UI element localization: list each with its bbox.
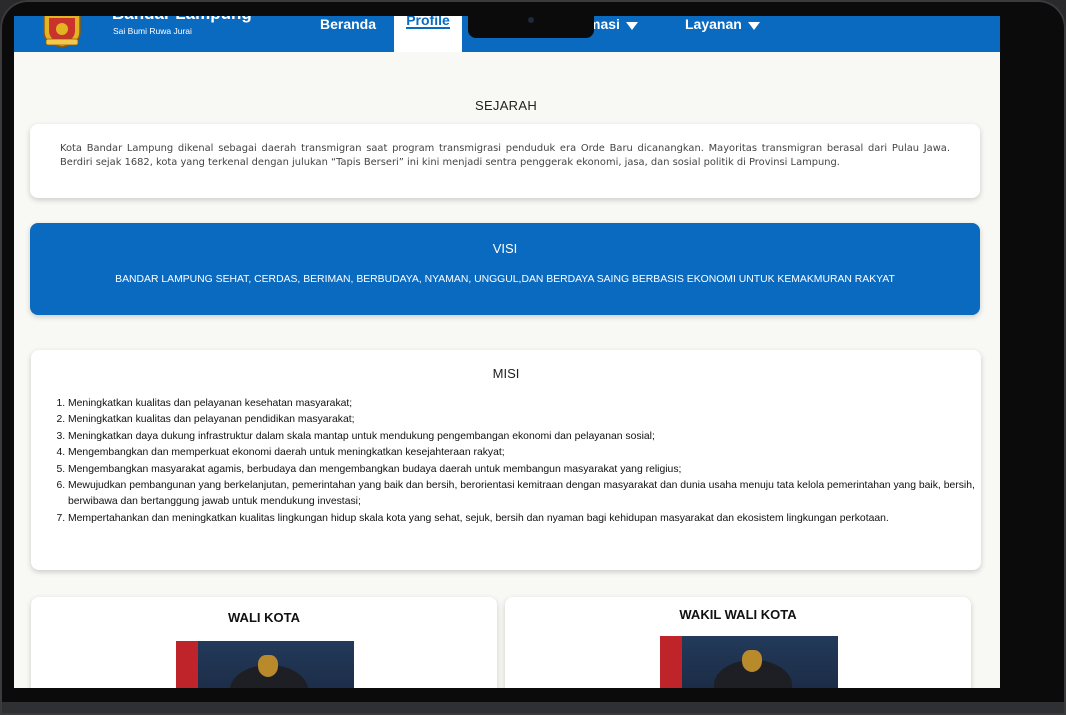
- wali-kota-title: WALI KOTA: [228, 610, 300, 625]
- misi-item: Mempertahankan dan meningkatkan kualitas…: [68, 511, 978, 527]
- nav-profile-label: Profile: [406, 16, 450, 29]
- misi-item: Meningkatkan daya dukung infrastruktur d…: [68, 429, 978, 445]
- browser-viewport: Bandar Lampung Sai Bumi Ruwa Jurai Beran…: [14, 16, 1000, 688]
- misi-item: Meningkatkan kualitas dan pelayanan kese…: [68, 396, 978, 412]
- misi-item: Meningkatkan kualitas dan pelayanan pend…: [68, 412, 978, 428]
- nav-beranda[interactable]: Beranda: [320, 16, 376, 52]
- chevron-down-icon: [625, 22, 638, 30]
- misi-card: MISI Meningkatkan kualitas dan pelayanan…: [31, 350, 981, 570]
- visi-title: VISI: [492, 241, 518, 256]
- nav-beranda-label: Beranda: [320, 16, 377, 32]
- wali-kota-card: WALI KOTA: [31, 597, 497, 688]
- misi-list: Meningkatkan kualitas dan pelayanan kese…: [51, 396, 978, 527]
- sejarah-text: Kota Bandar Lampung dikenal sebagai daer…: [60, 143, 950, 168]
- wakil-wali-kota-title: WAKIL WALI KOTA: [679, 607, 797, 622]
- brand-subtitle: Sai Bumi Ruwa Jurai: [113, 26, 192, 36]
- sejarah-card: Kota Bandar Lampung dikenal sebagai daer…: [30, 124, 980, 198]
- camera-icon: [528, 17, 534, 23]
- visi-text: BANDAR LAMPUNG SEHAT, CERDAS, BERIMAN, B…: [115, 274, 895, 285]
- nav-layanan[interactable]: Layanan: [685, 16, 760, 52]
- misi-item: Mengembangkan masyarakat agamis, berbuda…: [68, 462, 978, 478]
- chevron-down-icon: [747, 22, 760, 30]
- nav-informasi[interactable]: masi: [588, 16, 638, 52]
- misi-title: MISI: [492, 366, 520, 381]
- laptop-base: [0, 702, 1066, 715]
- brand-title: Bandar Lampung: [112, 16, 252, 24]
- misi-item: Mengembangkan dan memperkuat ekonomi dae…: [68, 445, 978, 461]
- sejarah-title: SEJARAH: [474, 98, 538, 113]
- nav-layanan-label: Layanan: [685, 16, 742, 32]
- wakil-wali-kota-photo: [660, 636, 838, 688]
- nav-profile[interactable]: Profile: [394, 16, 462, 52]
- wali-kota-photo: [176, 641, 354, 688]
- misi-item: Mewujudkan pembangunan yang berkelanjuta…: [68, 478, 978, 511]
- city-emblem-logo[interactable]: [40, 16, 84, 48]
- wakil-wali-kota-card: WAKIL WALI KOTA: [505, 597, 971, 688]
- visi-card: VISI BANDAR LAMPUNG SEHAT, CERDAS, BERIM…: [30, 223, 980, 315]
